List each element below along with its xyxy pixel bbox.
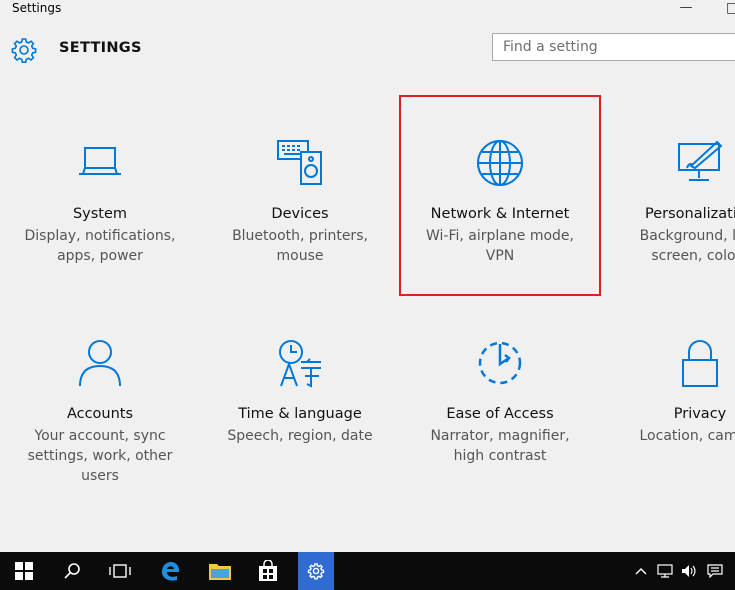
laptop-icon: [79, 147, 121, 175]
task-view-icon: [109, 564, 131, 578]
tile-ease-of-access[interactable]: Ease of Access Narrator, magnifier, high …: [410, 338, 590, 508]
store-button[interactable]: [244, 552, 292, 590]
file-explorer-icon: [209, 564, 231, 580]
network-tray-button[interactable]: [654, 552, 676, 590]
tile-name: Network & Internet: [430, 206, 570, 222]
close-button[interactable]: □: [726, 0, 735, 18]
lock-icon: [682, 340, 718, 387]
volume-tray-button[interactable]: [678, 552, 700, 590]
page-title: SETTINGS: [59, 40, 142, 56]
settings-icon: [307, 563, 325, 580]
title-bar: Settings — □: [0, 0, 735, 20]
action-center-button[interactable]: [704, 552, 726, 590]
tile-name: Devices: [271, 206, 329, 222]
tile-personalization[interactable]: Personalization Background, lockscreen, …: [610, 138, 735, 308]
tile-name: System: [72, 206, 128, 222]
network-icon: [657, 564, 673, 578]
edge-button[interactable]: [146, 552, 194, 590]
time-language-icon: [279, 340, 321, 388]
search-icon: [64, 563, 80, 579]
person-icon: [79, 340, 121, 387]
start-button[interactable]: [0, 552, 48, 590]
ease-of-access-icon: [478, 341, 522, 385]
personalization-icon: [678, 140, 723, 181]
tile-accounts[interactable]: Accounts Your account, sync settings, wor…: [10, 338, 190, 508]
show-hidden-icons-button[interactable]: [630, 552, 652, 590]
tile-description: Speech, region, date: [227, 428, 373, 444]
tile-description: Bluetooth, printers, mouse: [232, 228, 368, 264]
task-view-button[interactable]: [96, 552, 144, 590]
tile-description: Background, lockscreen, colors: [639, 228, 735, 264]
volume-icon: [682, 565, 696, 577]
tile-description: Your account, sync settings, work, other u…: [27, 428, 173, 484]
taskbar-search-button[interactable]: [48, 552, 96, 590]
tile-name: Privacy: [673, 406, 727, 422]
edge-icon: [162, 562, 179, 581]
tile-name: Ease of Access: [446, 406, 554, 422]
search-input[interactable]: [492, 33, 735, 61]
globe-icon: [477, 140, 523, 186]
tile-devices[interactable]: Devices Bluetooth, printers, mouse: [210, 138, 390, 308]
chevron-up-icon: [635, 568, 647, 575]
tile-description: Wi-Fi, airplane mode, VPN: [426, 228, 574, 264]
action-center-icon: [707, 564, 723, 578]
gear-icon: [11, 38, 37, 63]
tile-name: Time & language: [238, 406, 362, 422]
tile-privacy[interactable]: Privacy Location, camera: [610, 338, 735, 508]
tile-name: Personalization: [645, 206, 735, 222]
taskbar: [0, 552, 735, 590]
tile-time-language[interactable]: Time & language Speech, region, date: [210, 338, 390, 508]
tile-description: Display, notifications, apps, power: [24, 228, 176, 264]
start-icon: [15, 562, 33, 580]
window-title: Settings: [12, 1, 62, 15]
tile-network-internet[interactable]: Network & Internet Wi-Fi, airplane mode,…: [410, 138, 590, 308]
minimize-button[interactable]: —: [676, 0, 696, 18]
tile-description: Narrator, magnifier, high contrast: [430, 428, 570, 464]
tile-name: Accounts: [66, 406, 134, 422]
tile-description: Location, camera: [639, 428, 735, 444]
devices-icon: [277, 140, 322, 185]
tile-system[interactable]: System Display, notifications, apps, powe…: [10, 138, 190, 308]
store-icon: [259, 560, 277, 581]
settings-taskbar-button[interactable]: [298, 552, 334, 590]
file-explorer-button[interactable]: [196, 552, 244, 590]
